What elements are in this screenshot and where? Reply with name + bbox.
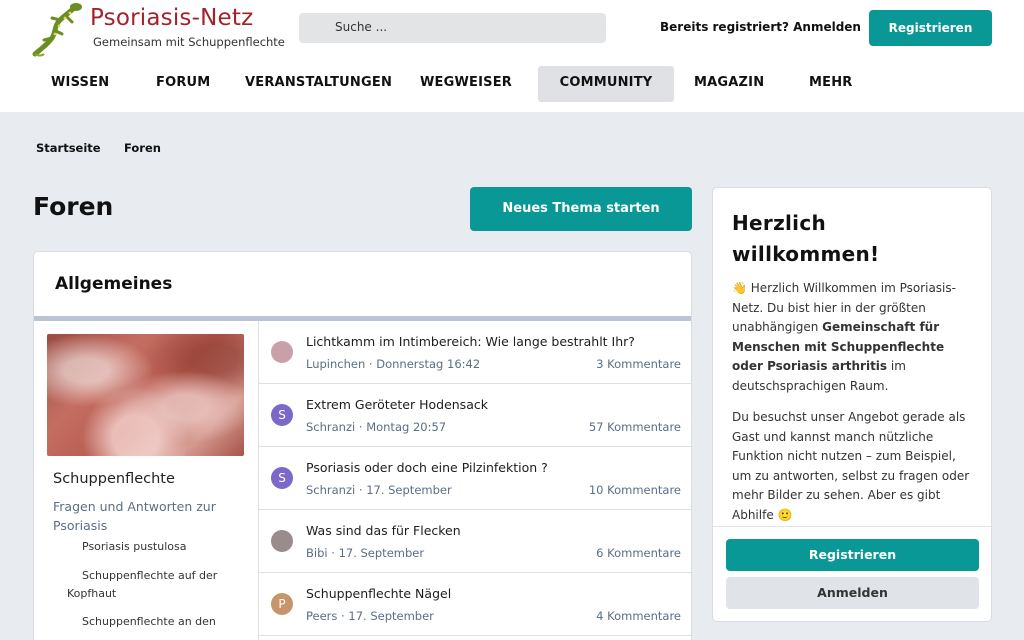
thread-meta: Peers · 17. September xyxy=(306,609,434,623)
breadcrumb-foren[interactable]: Foren xyxy=(124,141,161,155)
forum-name[interactable]: Schuppenflechte xyxy=(53,471,175,487)
thread-date: Montag 20:57 xyxy=(366,420,447,434)
forum-category-card: Allgemeines Schuppenflechte Fragen und A… xyxy=(33,251,692,640)
thread-date: 17. September xyxy=(366,483,452,497)
forum-description: Fragen und Antworten zur Psoriasis xyxy=(53,499,216,533)
breadcrumb-startseite[interactable]: Startseite xyxy=(36,141,101,155)
comment-count: 57 Kommentare xyxy=(588,420,681,434)
forum-image[interactable] xyxy=(47,334,244,456)
comment-count: 3 Kommentare xyxy=(596,357,681,371)
nav-item-mehr[interactable]: MEHR xyxy=(809,66,853,102)
subforum-link[interactable]: Psoriasis pustulosa xyxy=(67,538,237,556)
nav-item-community[interactable]: COMMUNITY xyxy=(538,66,674,102)
new-topic-button[interactable]: Neues Thema starten xyxy=(470,187,692,231)
login-link[interactable]: Bereits registriert? Anmelden xyxy=(660,20,861,34)
comment-count: 6 Kommentare xyxy=(596,546,681,560)
thread-author[interactable]: Peers xyxy=(306,609,337,623)
logo-subtitle: Gemeinsam mit Schuppenflechte xyxy=(93,35,285,49)
thread-meta: Schranzi · 17. September xyxy=(306,483,452,497)
welcome-intro: 👋 Herzlich Willkommen im Psoriasis-Netz.… xyxy=(732,281,956,393)
welcome-login-button[interactable]: Anmelden xyxy=(726,577,979,609)
register-button[interactable]: Registrieren xyxy=(869,10,992,46)
nav-item-forum[interactable]: FORUM xyxy=(156,66,210,102)
thread-row[interactable]: Lichtkamm im Intimbereich: Wie lange bes… xyxy=(259,321,691,384)
forum-info: Schuppenflechte Fragen und Antworten zur… xyxy=(34,321,258,640)
thread-row[interactable]: P Schuppenflechte Nägel Peers · 17. Sept… xyxy=(259,573,691,636)
welcome-panel: Herzlich willkommen! 👋 Herzlich Willkomm… xyxy=(712,187,992,622)
thread-author[interactable]: Bibi xyxy=(306,546,328,560)
thread-author[interactable]: Schranzi xyxy=(306,483,355,497)
avatar[interactable] xyxy=(271,530,293,552)
category-title[interactable]: Allgemeines xyxy=(55,274,172,294)
thread-title[interactable]: Psoriasis oder doch eine Pilzinfektion ? xyxy=(306,460,548,475)
site-header: Psoriasis-Netz Gemeinsam mit Schuppenfle… xyxy=(0,0,1024,112)
welcome-divider xyxy=(713,526,991,527)
nav-item-wissen[interactable]: WISSEN xyxy=(51,66,109,102)
thread-date: 17. September xyxy=(338,546,425,560)
nav-item-wegweiser[interactable]: WEGWEISER xyxy=(420,66,512,102)
thread-date: Donnerstag 16:42 xyxy=(376,357,481,371)
avatar[interactable]: S xyxy=(271,404,293,426)
thread-title[interactable]: Lichtkamm im Intimbereich: Wie lange bes… xyxy=(306,334,635,349)
subforum-link[interactable]: Schuppenflechte auf der Kopfhaut xyxy=(67,567,237,603)
nav-item-magazin[interactable]: MAGAZIN xyxy=(694,66,764,102)
nav-item-veranstaltungen[interactable]: VERANSTALTUNGEN xyxy=(245,66,392,102)
welcome-title: Herzlich willkommen! xyxy=(732,211,880,266)
comment-count: 4 Kommentare xyxy=(596,609,681,623)
comment-count: 10 Kommentare xyxy=(588,483,681,497)
thread-title[interactable]: Extrem Geröteter Hodensack xyxy=(306,397,488,412)
avatar[interactable]: P xyxy=(271,593,293,615)
search-input[interactable]: Suche ... xyxy=(299,13,606,43)
page-title: Foren xyxy=(33,192,114,221)
thread-author[interactable]: Lupinchen xyxy=(306,357,365,371)
thread-meta: Schranzi · Montag 20:57 xyxy=(306,420,447,434)
thread-meta: Lupinchen · Donnerstag 16:42 xyxy=(306,357,481,371)
subforum-link[interactable]: Schuppenflechte an den xyxy=(67,613,237,631)
thread-author[interactable]: Schranzi xyxy=(306,420,355,434)
thread-row[interactable]: S Extrem Geröteter Hodensack Schranzi · … xyxy=(259,384,691,447)
welcome-guest-info: Du besuchst unser Angebot gerade als Gas… xyxy=(732,410,970,522)
thread-date: 17. September xyxy=(348,609,434,623)
site-logo[interactable]: Psoriasis-Netz Gemeinsam mit Schuppenfle… xyxy=(30,2,285,58)
avatar[interactable] xyxy=(271,341,293,363)
thread-row[interactable]: S Psoriasis oder doch eine Pilzinfektion… xyxy=(259,447,691,510)
lizard-icon xyxy=(32,3,82,57)
thread-meta: Bibi · 17. September xyxy=(306,546,425,560)
thread-title[interactable]: Schuppenflechte Nägel xyxy=(306,586,451,601)
thread-row[interactable]: Was sind das für Flecken Bibi · 17. Sept… xyxy=(259,510,691,573)
search-placeholder: Suche ... xyxy=(335,20,388,34)
thread-title[interactable]: Was sind das für Flecken xyxy=(306,523,461,538)
avatar[interactable]: S xyxy=(271,467,293,489)
welcome-register-button[interactable]: Registrieren xyxy=(726,539,979,571)
logo-title: Psoriasis-Netz xyxy=(90,5,254,31)
